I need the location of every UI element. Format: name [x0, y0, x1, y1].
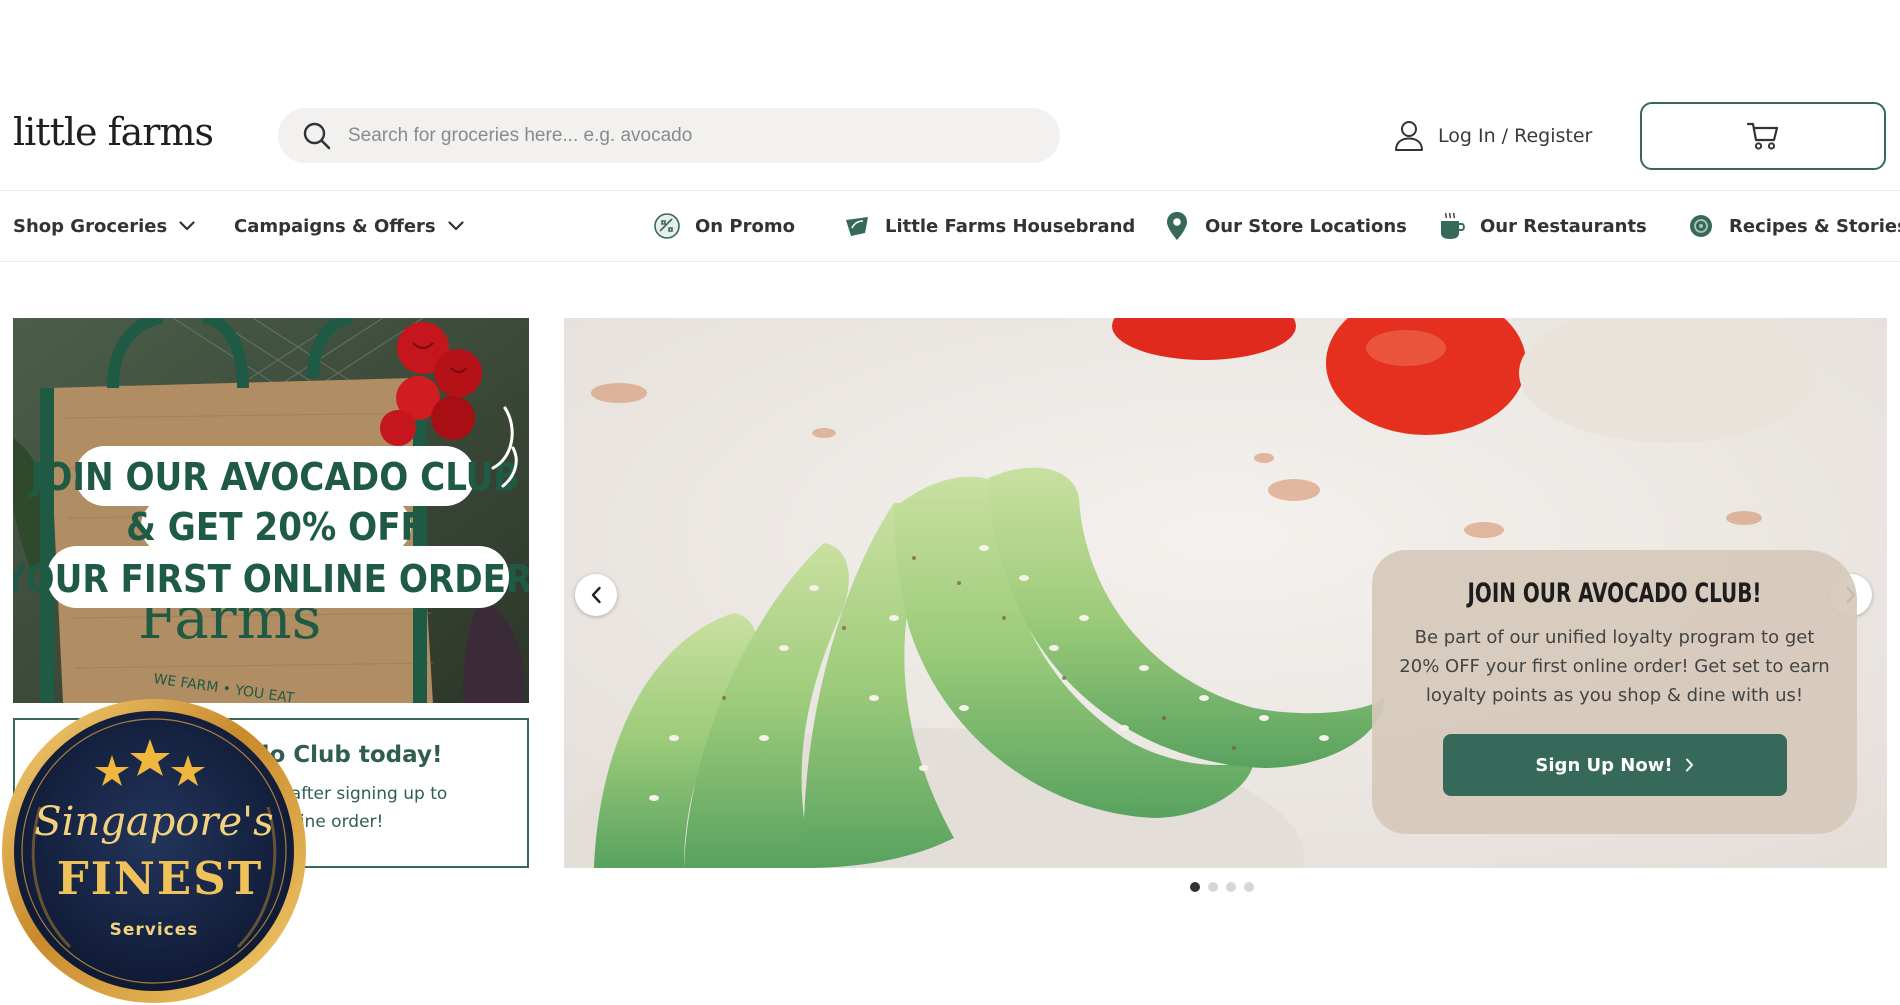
- chevron-down-icon: [179, 221, 195, 231]
- cart-icon: [1746, 122, 1779, 150]
- promo-image-line1: JOIN OUR AVOCADO CLUB: [29, 455, 520, 499]
- nav-shop-groceries[interactable]: Shop Groceries: [13, 213, 195, 239]
- nav-recipes-stories-label: Recipes & Stories: [1729, 215, 1900, 237]
- search-input[interactable]: [348, 124, 1028, 147]
- carousel-dot[interactable]: [1226, 882, 1236, 892]
- nav-store-locations-label: Our Store Locations: [1205, 215, 1407, 237]
- badge-script-text: Singapore's: [34, 799, 273, 845]
- sign-up-button-label: Sign Up Now!: [1535, 754, 1673, 776]
- carousel-prev-button[interactable]: [575, 574, 617, 616]
- nav-on-promo[interactable]: On Promo: [653, 213, 795, 239]
- hero-info-card: JOIN OUR AVOCADO CLUB! Be part of our un…: [1372, 550, 1857, 834]
- carousel-dot[interactable]: [1190, 882, 1200, 892]
- badge-sub-text: Services: [110, 920, 199, 940]
- recipe-bowl-icon: [1687, 212, 1715, 240]
- avocado-club-promo-image[interactable]: Farms WE FARM • YOU EAT JOIN OUR AVOCADO…: [13, 318, 529, 703]
- carousel-dot[interactable]: [1208, 882, 1218, 892]
- badge-main-text: FINEST: [57, 852, 263, 905]
- nav-housebrand[interactable]: Little Farms Housebrand: [843, 213, 1135, 239]
- promo-image-line2: & GET 20% OFF: [126, 505, 424, 549]
- nav-campaigns-offers[interactable]: Campaigns & Offers: [234, 213, 464, 239]
- tote-bag-photo: Farms WE FARM • YOU EAT JOIN OUR AVOCADO…: [13, 318, 529, 703]
- coffee-cup-icon: [1438, 212, 1466, 240]
- login-register-label: Log In / Register: [1438, 125, 1593, 147]
- cart-button[interactable]: [1640, 102, 1886, 170]
- nav-on-promo-label: On Promo: [695, 215, 795, 237]
- singapores-finest-badge: Singapore's FINEST Services: [2, 699, 306, 1003]
- nav-campaigns-offers-label: Campaigns & Offers: [234, 215, 436, 237]
- nav-store-locations[interactable]: Our Store Locations: [1163, 212, 1407, 240]
- nav-shop-groceries-label: Shop Groceries: [13, 215, 168, 237]
- carousel-dot[interactable]: [1244, 882, 1254, 892]
- site-logo[interactable]: little farms: [13, 110, 214, 154]
- login-register-link[interactable]: Log In / Register: [1394, 118, 1592, 154]
- leaf-badge-icon: [843, 212, 871, 240]
- promo-image-line3: YOUR FIRST ONLINE ORDER!: [13, 557, 529, 601]
- carousel-pagination: [1190, 882, 1254, 892]
- chevron-left-icon: [591, 586, 601, 604]
- search-icon: [303, 122, 331, 149]
- nav-divider-top: [0, 190, 1900, 191]
- sign-up-button[interactable]: Sign Up Now!: [1442, 734, 1787, 796]
- hero-description: Be part of our unified loyalty program t…: [1399, 627, 1830, 706]
- hero-title: JOIN OUR AVOCADO CLUB!: [1467, 578, 1762, 609]
- nav-divider-bottom: [0, 261, 1900, 262]
- user-icon: [1395, 121, 1423, 151]
- promo-tag-icon: [653, 212, 681, 240]
- chevron-right-icon: [1685, 758, 1693, 772]
- chevron-down-icon: [448, 221, 464, 231]
- search-bar[interactable]: [278, 108, 1060, 163]
- nav-recipes-stories[interactable]: Recipes & Stories: [1687, 213, 1900, 239]
- location-pin-icon: [1163, 212, 1191, 240]
- nav-restaurants[interactable]: Our Restaurants: [1438, 212, 1647, 240]
- nav-housebrand-label: Little Farms Housebrand: [885, 215, 1136, 237]
- nav-restaurants-label: Our Restaurants: [1480, 215, 1647, 237]
